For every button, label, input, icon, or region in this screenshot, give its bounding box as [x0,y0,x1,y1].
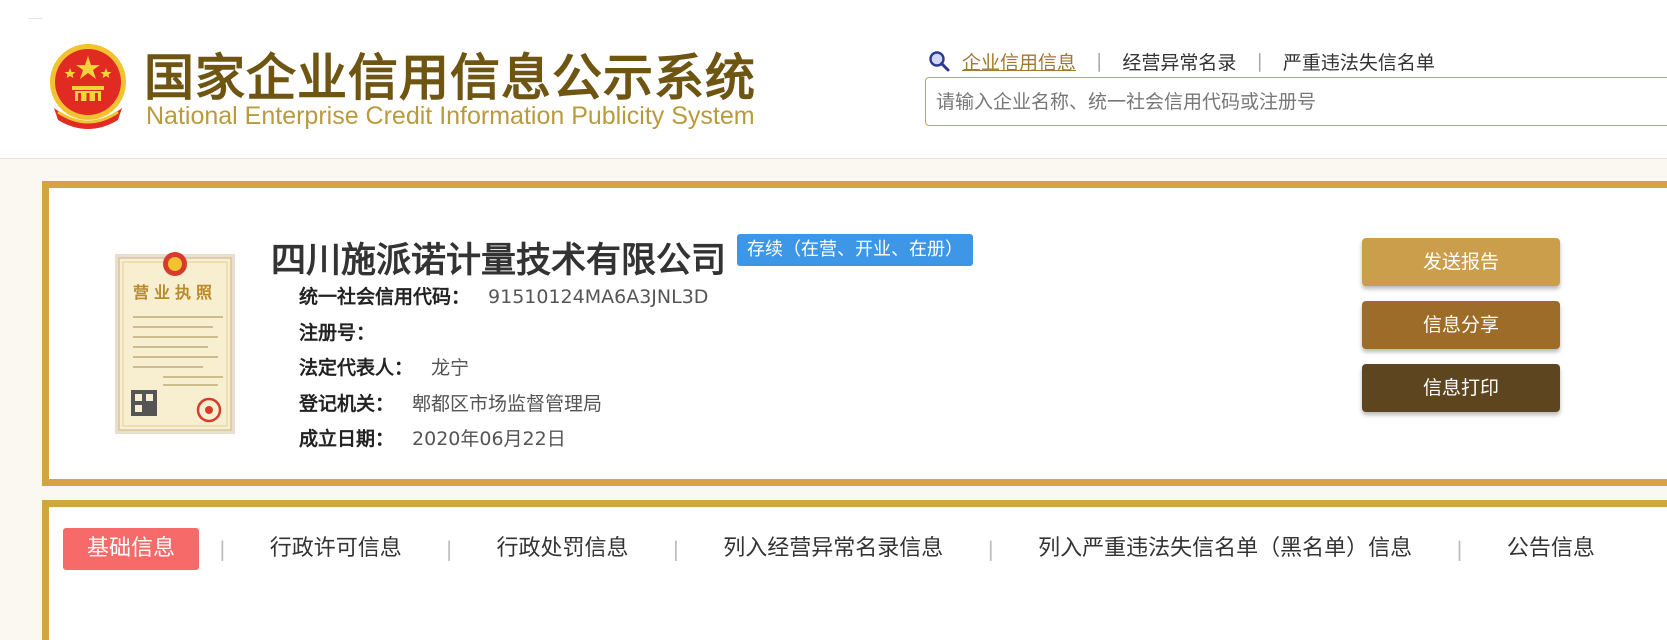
registration-number-row: 注册号： [299,319,393,347]
registration-authority-label: 登记机关： [299,393,395,415]
site-header: 国家企业信用信息公示系统 National Enterprise Credit … [0,0,1667,159]
tab-basic-info[interactable]: 基础信息 [63,528,200,570]
national-emblem-icon [50,44,126,129]
tab-separator: | [672,537,680,561]
legal-representative-value: 龙宁 [431,357,470,379]
site-title-en: National Enterprise Credit Information P… [146,102,755,130]
divider [28,18,42,19]
info-tab-bar: 基础信息 | 行政许可信息 | 行政处罚信息 | 列入经营异常名录信息 | 列入… [42,500,1667,640]
search-icon[interactable] [928,50,950,72]
credit-code-row: 统一社会信用代码： 91510124MA6A3JNL3D [299,283,708,311]
tab-serious-violation[interactable]: 列入严重违法失信名单（黑名单）信息 [1014,528,1436,570]
establishment-date-value: 2020年06月22日 [412,428,566,450]
business-license-icon: 营业执照 [115,252,235,434]
registration-number-label: 注册号： [299,322,376,344]
tab-separator: | [445,537,453,561]
company-info-card: 营业执照 四川施派诺计量技术有限公司 存续（在营、开业、在册） 统一社会信用代码… [42,181,1667,486]
tab-separator: | [219,537,226,561]
credit-code-value: 91510124MA6A3JNL3D [488,286,709,308]
print-info-button[interactable]: 信息打印 [1362,364,1560,412]
company-name: 四川施派诺计量技术有限公司 [271,241,727,281]
status-badge: 存续（在营、开业、在册） [737,234,973,266]
tabs: 基础信息 | 行政许可信息 | 行政处罚信息 | 列入经营异常名录信息 | 列入… [63,528,1619,570]
nav-separator: | [1096,50,1103,72]
tab-administrative-penalty[interactable]: 行政处罚信息 [473,528,653,570]
credit-code-label: 统一社会信用代码： [299,286,471,308]
tab-abnormal-operation[interactable]: 列入经营异常名录信息 [699,528,967,570]
establishment-date-label: 成立日期： [299,428,395,450]
establishment-date-row: 成立日期： 2020年06月22日 [299,425,566,453]
search-input[interactable] [926,78,1667,125]
tab-announcements[interactable]: 公告信息 [1483,528,1619,570]
site-title-cn: 国家企业信用信息公示系统 [144,49,756,107]
legal-representative-row: 法定代表人： 龙宁 [299,354,469,382]
search-box [925,77,1667,126]
nav-link-blacklist[interactable]: 严重违法失信名单 [1283,48,1435,75]
registration-authority-row: 登记机关： 郫都区市场监督管理局 [299,390,602,418]
nav-link-enterprise-credit[interactable]: 企业信用信息 [962,48,1076,75]
share-info-button[interactable]: 信息分享 [1362,301,1560,349]
registration-authority-value: 郫都区市场监督管理局 [412,393,603,415]
license-title: 营业执照 [133,283,217,302]
top-nav-links: 企业信用信息 | 经营异常名录 | 严重违法失信名单 [928,46,1435,76]
tab-separator: | [1456,537,1463,561]
legal-representative-label: 法定代表人： [299,357,414,379]
nav-separator: | [1256,50,1263,72]
send-report-button[interactable]: 发送报告 [1362,238,1560,286]
tab-separator: | [987,537,995,561]
tab-administrative-license[interactable]: 行政许可信息 [246,528,426,570]
nav-link-abnormal-list[interactable]: 经营异常名录 [1122,48,1236,75]
